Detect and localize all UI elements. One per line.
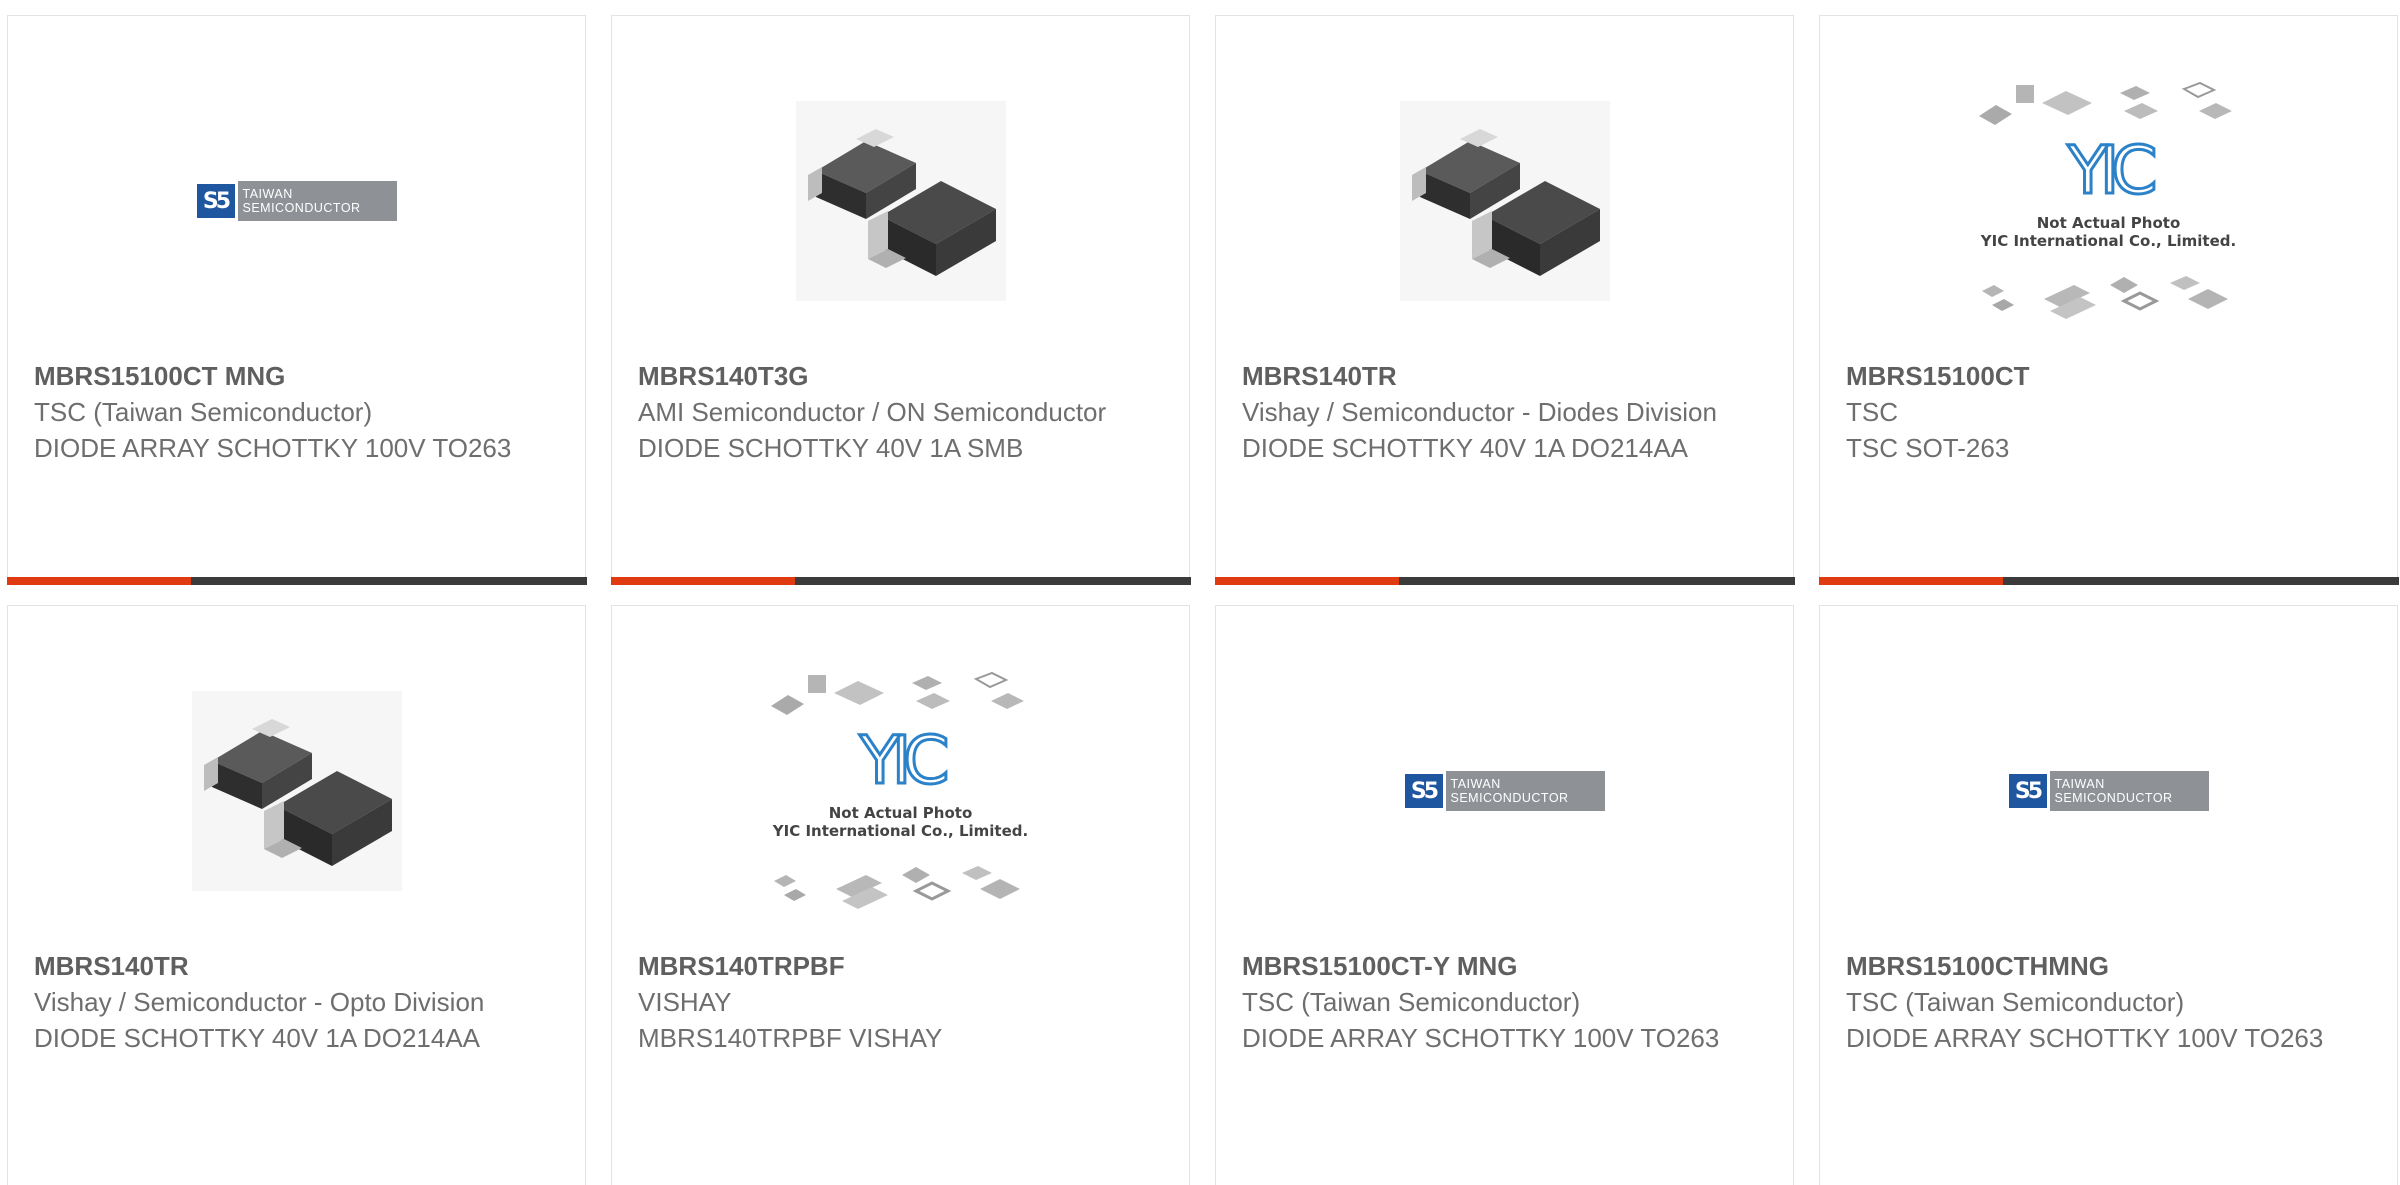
product-info: MBRS15100CTHMNG TSC (Taiwan Semiconductor… <box>1846 948 2379 1056</box>
product-info: MBRS15100CT MNG TSC (Taiwan Semiconductor… <box>34 358 567 466</box>
manufacturer-name: VISHAY <box>638 987 732 1017</box>
product-card[interactable]: YIC Not Actual Photo YIC International C… <box>611 605 1190 1185</box>
card-accent-segment <box>1214 577 1399 585</box>
product-card[interactable]: MBRS140T3G AMI Semiconductor / ON Semicon… <box>610 15 1191 585</box>
manufacturer-name: TSC <box>1846 397 1898 427</box>
taiwan-semiconductor-logo: S5 TAIWAN SEMICONDUCTOR <box>2008 771 2209 811</box>
card-accent-bar <box>1214 577 1795 585</box>
card-accent-bar <box>610 577 1191 585</box>
product-card[interactable]: S5 TAIWAN SEMICONDUCTOR MBRS15100CTHMNG T… <box>1819 605 2398 1185</box>
tsc-logo-mark: S5 <box>196 184 235 218</box>
product-image[interactable]: S5 TAIWAN SEMICONDUCTOR <box>1216 636 1793 946</box>
manufacturer-name: TSC (Taiwan Semiconductor) <box>1846 987 2185 1017</box>
chip-icons-bottom <box>1981 276 2228 319</box>
chip-icons-top <box>770 671 1024 715</box>
card-accent-bar <box>6 577 587 585</box>
yic-logo: YIC <box>858 722 951 799</box>
yic-logo: YIC <box>2066 132 2159 209</box>
tsc-logo-text: TAIWAN SEMICONDUCTOR <box>237 181 397 221</box>
product-info: MBRS140T3G AMI Semiconductor / ON Semicon… <box>638 358 1171 466</box>
chip-icons-bottom <box>773 866 1020 909</box>
part-number-link[interactable]: MBRS15100CT-Y MNG <box>1242 948 1775 984</box>
part-number-link[interactable]: MBRS140T3G <box>638 358 1171 394</box>
not-actual-photo-caption: Not Actual Photo YIC International Co., … <box>772 804 1029 840</box>
product-description: DIODE SCHOTTKY 40V 1A DO214AA <box>34 1023 481 1053</box>
manufacturer-name: AMI Semiconductor / ON Semiconductor <box>638 397 1107 427</box>
product-description: TSC SOT-263 <box>1846 433 2010 463</box>
product-info: MBRS15100CT-Y MNG TSC (Taiwan Semiconduct… <box>1242 948 1775 1056</box>
product-image[interactable]: S5 TAIWAN SEMICONDUCTOR <box>8 46 585 356</box>
manufacturer-name: TSC (Taiwan Semiconductor) <box>1242 987 1581 1017</box>
product-description: DIODE ARRAY SCHOTTKY 100V TO263 <box>1846 1023 2324 1053</box>
chip-icons-top <box>1978 81 2232 125</box>
product-card[interactable]: YIC Not Actual Photo YIC International C… <box>1818 15 2399 585</box>
manufacturer-name: Vishay / Semiconductor - Diodes Division <box>1242 397 1717 427</box>
product-image[interactable] <box>1216 46 1793 356</box>
diode-package-photo <box>191 691 402 891</box>
card-accent-segment <box>6 577 191 585</box>
tsc-logo-text: TAIWAN SEMICONDUCTOR <box>1445 771 1605 811</box>
diode-package-photo <box>1399 101 1610 301</box>
product-info: MBRS140TR Vishay / Semiconductor - Opto D… <box>34 948 567 1056</box>
product-info: MBRS15100CT TSC TSC SOT-263 <box>1846 358 2379 466</box>
product-card[interactable]: MBRS140TR Vishay / Semiconductor - Diodes… <box>1214 15 1795 585</box>
part-number-link[interactable]: MBRS140TRPBF <box>638 948 1171 984</box>
product-info: MBRS140TR Vishay / Semiconductor - Diodes… <box>1242 358 1775 466</box>
product-grid: S5 TAIWAN SEMICONDUCTOR MBRS15100CT MNG T… <box>0 0 2400 1185</box>
not-actual-photo-caption: Not Actual Photo YIC International Co., … <box>1980 214 2237 250</box>
part-number-link[interactable]: MBRS15100CT MNG <box>34 358 567 394</box>
product-description: DIODE ARRAY SCHOTTKY 100V TO263 <box>34 433 512 463</box>
taiwan-semiconductor-logo: S5 TAIWAN SEMICONDUCTOR <box>1404 771 1605 811</box>
part-number-link[interactable]: MBRS140TR <box>1242 358 1775 394</box>
part-number-link[interactable]: MBRS15100CTHMNG <box>1846 948 2379 984</box>
product-info: MBRS140TRPBF VISHAY MBRS140TRPBF VISHAY <box>638 948 1171 1056</box>
product-description: MBRS140TRPBF VISHAY <box>638 1023 943 1053</box>
part-number-link[interactable]: MBRS140TR <box>34 948 567 984</box>
tsc-logo-mark: S5 <box>2008 774 2047 808</box>
product-card[interactable]: MBRS140TR Vishay / Semiconductor - Opto D… <box>7 605 586 1185</box>
product-card[interactable]: S5 TAIWAN SEMICONDUCTOR MBRS15100CT-Y MN… <box>1215 605 1794 1185</box>
tsc-logo-mark: S5 <box>1404 774 1443 808</box>
product-description: DIODE ARRAY SCHOTTKY 100V TO263 <box>1242 1023 1720 1053</box>
product-description: DIODE SCHOTTKY 40V 1A SMB <box>638 433 1024 463</box>
product-image[interactable]: S5 TAIWAN SEMICONDUCTOR <box>1820 636 2397 946</box>
product-image[interactable]: YIC Not Actual Photo YIC International C… <box>1820 46 2397 356</box>
not-actual-photo-placeholder: YIC Not Actual Photo YIC International C… <box>766 671 1036 911</box>
tsc-logo-text: TAIWAN SEMICONDUCTOR <box>2049 771 2209 811</box>
product-description: DIODE SCHOTTKY 40V 1A DO214AA <box>1242 433 1689 463</box>
taiwan-semiconductor-logo: S5 TAIWAN SEMICONDUCTOR <box>196 181 397 221</box>
not-actual-photo-placeholder: YIC Not Actual Photo YIC International C… <box>1974 81 2244 321</box>
card-accent-segment <box>610 577 795 585</box>
part-number-link[interactable]: MBRS15100CT <box>1846 358 2379 394</box>
manufacturer-name: Vishay / Semiconductor - Opto Division <box>34 987 485 1017</box>
product-card[interactable]: S5 TAIWAN SEMICONDUCTOR MBRS15100CT MNG T… <box>6 15 587 585</box>
manufacturer-name: TSC (Taiwan Semiconductor) <box>34 397 373 427</box>
product-image[interactable] <box>612 46 1189 356</box>
card-accent-segment <box>1818 577 2003 585</box>
product-image[interactable]: YIC Not Actual Photo YIC International C… <box>612 636 1189 946</box>
diode-package-photo <box>795 101 1006 301</box>
product-image[interactable] <box>8 636 585 946</box>
card-accent-bar <box>1818 577 2399 585</box>
